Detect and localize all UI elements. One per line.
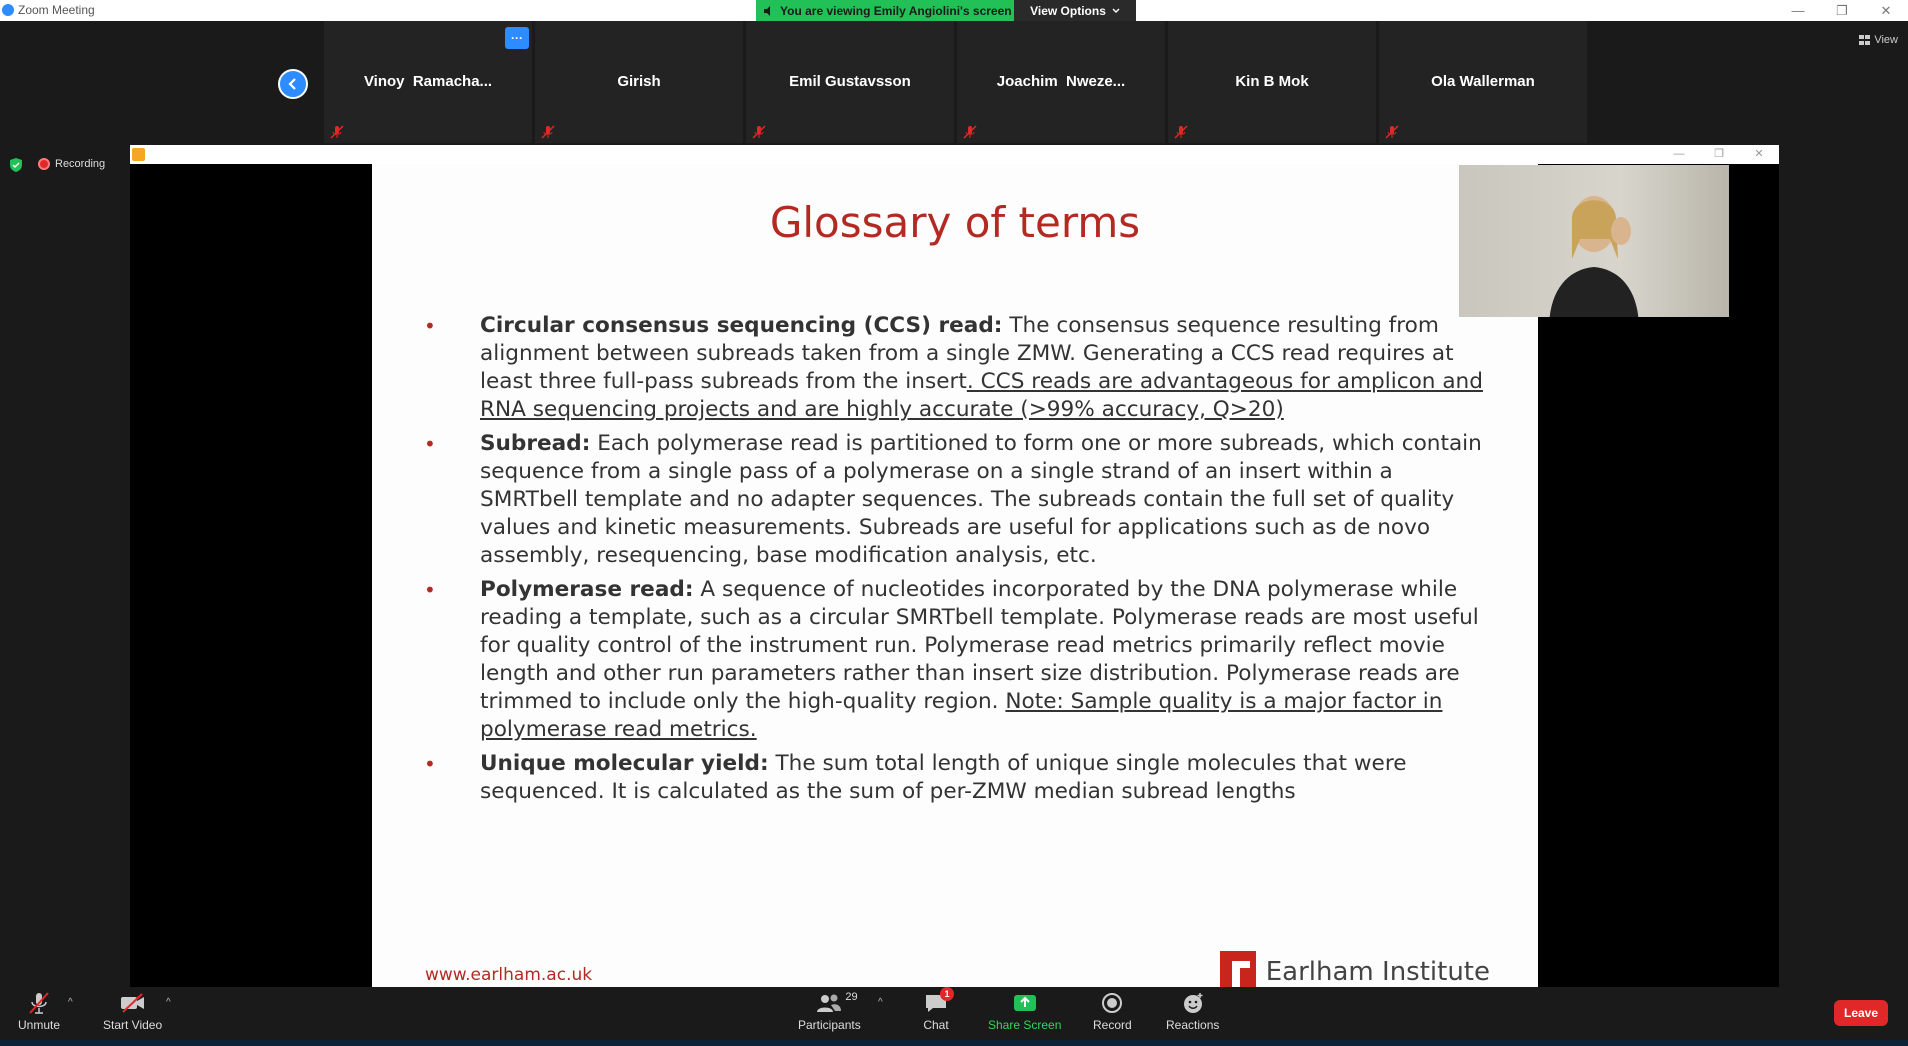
participants-caret-icon[interactable]: ^ <box>878 997 883 1008</box>
more-options-button[interactable]: ··· <box>505 27 529 49</box>
window-title: Zoom Meeting <box>18 3 95 17</box>
participant-name: Vinoy Ramacha... <box>363 73 493 90</box>
audio-options-caret-icon[interactable]: ^ <box>68 997 73 1008</box>
earlham-logo-text: Earlham Institute <box>1265 957 1490 987</box>
zoom-logo-icon <box>2 4 14 16</box>
participant-name: Girish <box>617 73 661 90</box>
start-video-button[interactable]: Start Video <box>103 991 162 1032</box>
participant-tile[interactable]: Joachim Nweze... <box>957 21 1165 143</box>
reactions-button[interactable]: Reactions <box>1166 991 1219 1032</box>
participants-label: Participants <box>798 1018 861 1032</box>
chat-unread-badge: 1 <box>940 987 954 1001</box>
smiley-icon <box>1179 991 1207 1015</box>
recording-indicator[interactable]: Recording <box>38 158 105 170</box>
glossary-term: Circular consensus sequencing (CCS) read… <box>480 313 1003 338</box>
glossary-list: • Circular consensus sequencing (CCS) re… <box>424 312 1484 812</box>
glossary-item: • Subread: Each polymerase read is parti… <box>424 430 1484 570</box>
unmute-label: Unmute <box>18 1018 61 1032</box>
participant-tile[interactable]: Vinoy Ramacha... <box>324 21 532 143</box>
minimize-button[interactable]: — <box>1776 0 1820 21</box>
participant-tile[interactable]: Kin B Mok <box>1168 21 1376 143</box>
glossary-term: Unique molecular yield: <box>480 751 769 776</box>
video-options-caret-icon[interactable]: ^ <box>166 997 171 1008</box>
shared-window-titlebar: — ❐ ✕ <box>130 145 1779 164</box>
muted-microphone-icon <box>25 991 53 1015</box>
recording-dot-icon <box>38 158 50 170</box>
bullet-icon: • <box>424 752 436 776</box>
muted-mic-icon <box>330 125 344 139</box>
start-video-label: Start Video <box>103 1018 163 1032</box>
grid-icon <box>1859 35 1871 45</box>
share-screen-label: Share Screen <box>988 1018 1062 1032</box>
restore-button[interactable]: ❐ <box>1820 0 1864 21</box>
presenter-video-image <box>1549 196 1639 317</box>
earlham-logo-mark-icon <box>1219 951 1256 987</box>
chat-icon: 1 <box>922 987 954 1015</box>
participant-tile[interactable]: Girish <box>535 21 743 143</box>
shared-restore-icon: ❐ <box>1714 148 1724 160</box>
slide-footer-url: www.earlham.ac.uk <box>425 965 593 985</box>
taskbar-edge <box>0 1040 1908 1046</box>
record-label: Record <box>1093 1018 1132 1032</box>
slide-title: Glossary of terms <box>769 198 1141 247</box>
unmute-button[interactable]: Unmute <box>18 991 60 1032</box>
participant-name: Ola Wallerman <box>1431 73 1535 90</box>
reactions-label: Reactions <box>1166 1018 1220 1032</box>
shared-window-controls: — ❐ ✕ <box>1659 145 1779 164</box>
meeting-toolbar: Unmute ^ Start Video ^ 29 Participants ^… <box>0 987 1908 1046</box>
participants-button[interactable]: 29 Participants <box>798 991 861 1032</box>
chevron-left-icon <box>288 78 296 90</box>
participant-tile[interactable]: Ola Wallerman <box>1379 21 1587 143</box>
muted-mic-icon <box>752 125 766 139</box>
glossary-item: • Circular consensus sequencing (CCS) re… <box>424 312 1484 424</box>
glossary-definition: Each polymerase read is partitioned to f… <box>480 431 1482 568</box>
close-button[interactable]: ✕ <box>1864 0 1908 21</box>
share-screen-icon <box>1011 991 1039 1015</box>
chat-button[interactable]: 1 Chat <box>922 987 954 1032</box>
record-button[interactable]: Record <box>1093 991 1132 1032</box>
window-controls: — ❐ ✕ <box>1776 0 1908 21</box>
view-label: View <box>1874 34 1898 46</box>
muted-mic-icon <box>963 125 977 139</box>
record-icon <box>1098 991 1126 1015</box>
view-options-button[interactable]: View Options <box>1014 0 1136 21</box>
share-screen-button[interactable]: Share Screen <box>988 991 1061 1032</box>
glossary-item: • Polymerase read: A sequence of nucleot… <box>424 576 1484 744</box>
participants-icon: 29 <box>815 991 858 1015</box>
glossary-item: • Unique molecular yield: The sum total … <box>424 750 1484 806</box>
speaker-icon <box>764 5 770 16</box>
viewing-banner-text: You are viewing Emily Angiolini's screen <box>780 3 1012 18</box>
chevron-down-icon <box>1112 8 1120 13</box>
shared-close-icon: ✕ <box>1754 148 1764 160</box>
title-bar: Zoom Meeting You are viewing Emily Angio… <box>0 0 1908 21</box>
glossary-term: Polymerase read: <box>480 577 694 602</box>
muted-mic-icon <box>541 125 555 139</box>
earlham-logo: Earlham Institute <box>1219 951 1490 987</box>
glossary-term: Subread: <box>480 431 591 456</box>
chat-label: Chat <box>923 1018 949 1032</box>
leave-meeting-button[interactable]: Leave <box>1834 1000 1888 1026</box>
presentation-app-icon <box>132 148 145 161</box>
participant-name: Kin B Mok <box>1235 73 1309 90</box>
previous-page-button[interactable] <box>278 69 308 99</box>
view-layout-button[interactable]: View <box>1859 34 1898 46</box>
shared-minimize-icon: — <box>1673 148 1685 160</box>
participant-name: Emil Gustavsson <box>789 73 911 90</box>
participants-count: 29 <box>845 991 858 1003</box>
zoom-meeting-window: Zoom Meeting You are viewing Emily Angio… <box>0 0 1908 1046</box>
participant-name: Joachim Nweze... <box>996 73 1126 90</box>
bullet-icon: • <box>424 578 436 602</box>
recording-label: Recording <box>55 158 106 170</box>
muted-mic-icon <box>1174 125 1188 139</box>
view-options-label: View Options <box>1030 3 1106 18</box>
security-shield-icon[interactable] <box>9 158 23 172</box>
muted-mic-icon <box>1385 125 1399 139</box>
speaker-video-thumbnail[interactable] <box>1459 165 1729 317</box>
presentation-slide: Glossary of terms • Circular consensus s… <box>372 164 1538 987</box>
bullet-icon: • <box>424 314 436 338</box>
video-off-icon <box>119 991 147 1015</box>
participant-tile[interactable]: Emil Gustavsson <box>746 21 954 143</box>
bullet-icon: • <box>424 432 436 456</box>
viewing-screen-banner: You are viewing Emily Angiolini's screen <box>756 0 1014 21</box>
